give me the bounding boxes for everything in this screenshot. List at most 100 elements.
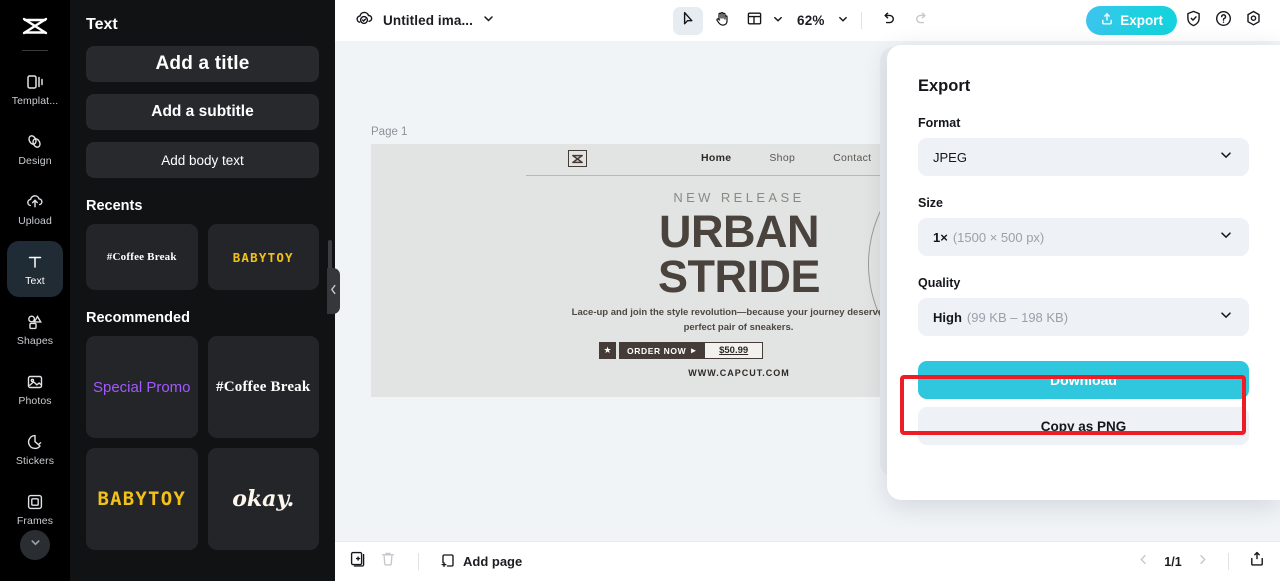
left-rail: Templat... Design Upload Text Shap <box>0 0 70 581</box>
text-panel: Text Add a title Add a subtitle Add body… <box>70 0 335 581</box>
sidebar-item-templates[interactable]: Templat... <box>7 61 63 117</box>
sidebar-item-label: Text <box>25 276 45 287</box>
artboard-url: WWW.CAPCUT.COM <box>549 368 929 378</box>
format-select[interactable]: JPEG <box>918 138 1249 176</box>
chevron-down-icon <box>1218 227 1234 248</box>
layout-tool-button[interactable] <box>739 7 769 35</box>
prev-page-button[interactable] <box>1137 553 1150 571</box>
recommended-text-style-card[interactable]: okay. <box>208 448 320 550</box>
artboard-nav-link: Shop <box>769 152 795 164</box>
artboard-nav-link: Home <box>701 152 731 164</box>
add-body-text-button[interactable]: Add body text <box>86 142 319 178</box>
format-label: Format <box>918 116 1249 130</box>
sidebar-item-shapes[interactable]: Shapes <box>7 301 63 357</box>
export-button-label: Export <box>1120 13 1163 28</box>
trash-icon[interactable] <box>379 550 397 573</box>
redo-button[interactable] <box>907 7 937 35</box>
format-value: JPEG <box>933 150 967 165</box>
panel-title: Text <box>70 0 335 34</box>
chevron-down-icon[interactable] <box>837 12 849 30</box>
cloud-saved-icon[interactable] <box>354 8 374 33</box>
artboard-cta-arrow-icon: ▸ <box>691 345 696 356</box>
recent-text-style-card[interactable]: BABYTOY <box>208 224 320 290</box>
rail-divider <box>22 50 48 51</box>
copy-as-png-button[interactable]: Copy as PNG <box>918 407 1249 445</box>
cursor-icon <box>680 10 697 32</box>
text-style-label: #Coffee Break <box>107 251 177 263</box>
artboard-headline-line2: STRIDE <box>549 254 929 299</box>
chevron-down-icon <box>1218 307 1234 328</box>
size-detail: (1500 × 500 px) <box>953 230 1044 245</box>
sidebar-item-frames[interactable]: Frames <box>7 481 63 537</box>
sidebar-item-stickers[interactable]: Stickers <box>7 421 63 477</box>
undo-button[interactable] <box>874 7 904 35</box>
add-a-title-button[interactable]: Add a title <box>86 46 319 82</box>
sidebar-item-upload[interactable]: Upload <box>7 181 63 237</box>
export-button[interactable]: Export <box>1086 6 1177 35</box>
page-indicator: 1/1 <box>1160 555 1186 569</box>
sidebar-item-label: Upload <box>18 216 52 227</box>
quality-select[interactable]: High (99 KB – 198 KB) <box>918 298 1249 336</box>
help-button[interactable] <box>1210 7 1237 34</box>
recommended-text-style-card[interactable]: Special Promo <box>86 336 198 438</box>
duplicate-page-icon[interactable] <box>349 550 367 573</box>
artboard-cta-label: ORDER NOW ▸ <box>619 342 704 359</box>
artboard-headline-line1: URBAN <box>549 209 929 254</box>
sidebar-item-photos[interactable]: Photos <box>7 361 63 417</box>
text-icon <box>24 251 46 273</box>
bottom-bar: Add page 1/1 <box>335 541 1280 581</box>
document-title[interactable]: Untitled ima... <box>383 13 473 28</box>
size-select[interactable]: 1× (1500 × 500 px) <box>918 218 1249 256</box>
settings-gear-icon <box>1244 9 1263 33</box>
chevron-down-icon[interactable] <box>772 12 784 30</box>
add-page-button[interactable]: Add page <box>440 552 522 572</box>
sidebar-item-text[interactable]: Text <box>7 241 63 297</box>
undo-icon <box>880 10 897 32</box>
sidebar-item-label: Design <box>18 156 51 167</box>
size-value: 1× <box>933 230 948 245</box>
add-a-subtitle-button[interactable]: Add a subtitle <box>86 94 319 130</box>
header-tools: 62% <box>673 7 937 35</box>
rail-expand-more-button[interactable] <box>20 530 50 560</box>
quality-value: High <box>933 310 962 325</box>
select-tool-button[interactable] <box>673 7 703 35</box>
sidebar-item-design[interactable]: Design <box>7 121 63 177</box>
page-label: Page 1 <box>371 126 407 138</box>
artboard-nav-link: Contact <box>833 152 871 164</box>
quality-detail: (99 KB – 198 KB) <box>967 310 1068 325</box>
recommended-heading: Recommended <box>70 290 335 326</box>
upload-box-icon[interactable] <box>1248 550 1266 573</box>
download-button[interactable]: Download <box>918 361 1249 399</box>
recommended-text-style-card[interactable]: #Coffee Break <box>208 336 320 438</box>
design-icon <box>24 131 46 153</box>
settings-button[interactable] <box>1240 7 1267 34</box>
next-page-button[interactable] <box>1196 553 1209 571</box>
add-page-label: Add page <box>463 554 522 569</box>
artboard-cta: ★ ORDER NOW ▸ $50.99 <box>599 342 763 359</box>
recents-grid: #Coffee Break BABYTOY <box>70 214 335 290</box>
hand-tool-button[interactable] <box>706 7 736 35</box>
frames-icon <box>24 491 46 513</box>
text-style-label: okay. <box>232 486 294 512</box>
sidebar-item-label: Templat... <box>12 96 59 107</box>
chevron-left-icon <box>330 282 337 300</box>
layout-icon <box>746 10 763 32</box>
shield-check-button[interactable] <box>1180 7 1207 34</box>
panel-collapse-handle[interactable] <box>327 268 340 314</box>
recommended-text-style-card[interactable]: BABYTOY <box>86 448 198 550</box>
sidebar-item-label: Photos <box>18 396 51 407</box>
sidebar-item-label: Shapes <box>17 336 53 347</box>
recent-text-style-card[interactable]: #Coffee Break <box>86 224 198 290</box>
export-popup-title: Export <box>918 77 1249 96</box>
photos-icon <box>24 371 46 393</box>
chevron-down-icon <box>1218 147 1234 168</box>
zoom-level-value[interactable]: 62% <box>797 13 825 28</box>
shapes-icon <box>24 311 46 333</box>
chevron-down-icon[interactable] <box>482 12 495 30</box>
quality-label: Quality <box>918 276 1249 290</box>
capcut-logo-icon[interactable] <box>18 14 52 40</box>
shield-check-icon <box>1184 9 1203 33</box>
header-right: Export <box>1086 6 1267 35</box>
text-style-label: Special Promo <box>93 379 191 396</box>
artboard-subtext: Lace-up and join the style revolution—be… <box>561 306 916 335</box>
